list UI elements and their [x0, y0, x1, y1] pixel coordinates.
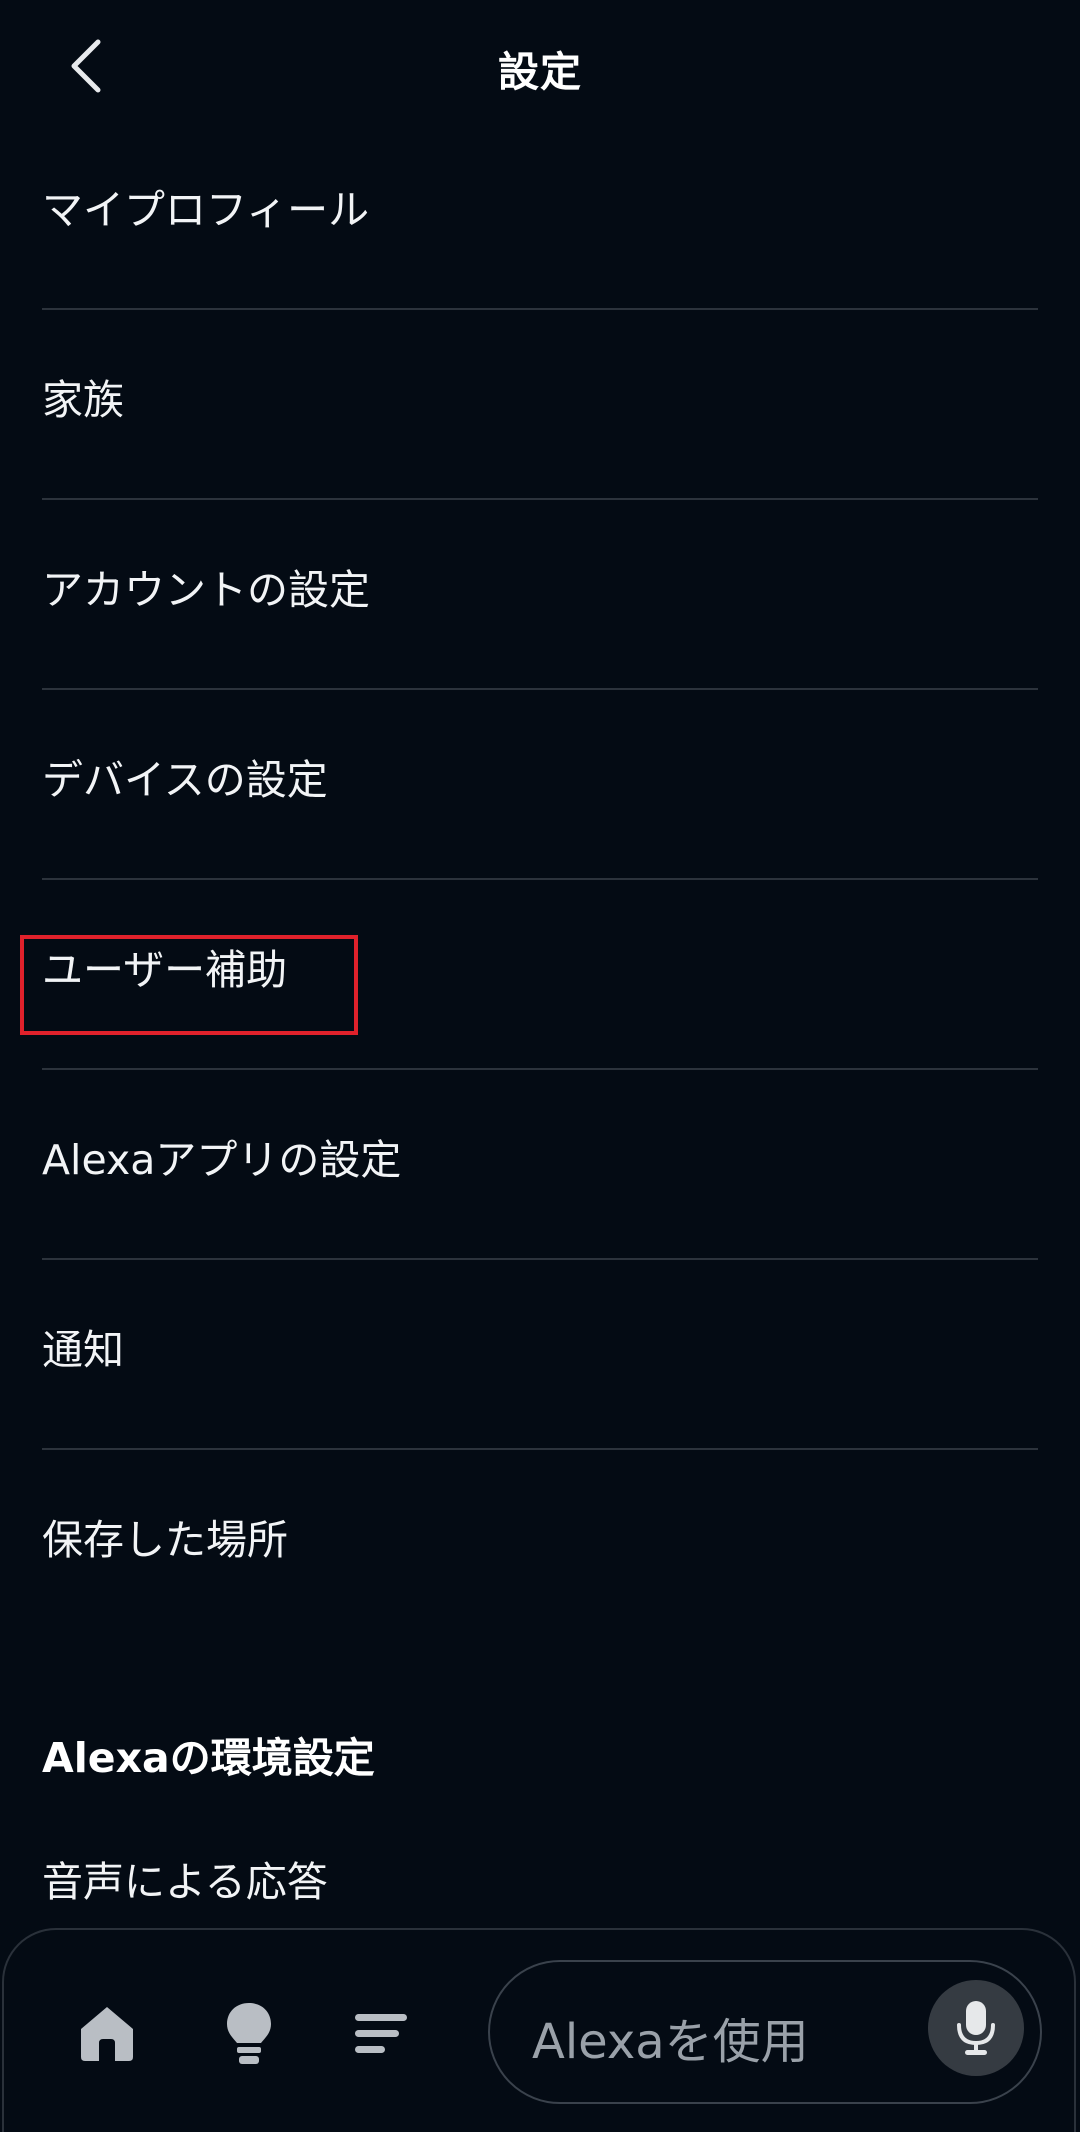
- microphone-button[interactable]: [928, 1980, 1024, 2076]
- menu-item-notifications[interactable]: 通知: [42, 1260, 1038, 1450]
- more-button[interactable]: [348, 2004, 414, 2064]
- bottom-nav-bar: Alexaを使用: [2, 1928, 1076, 2132]
- menu-item-label: 家族: [42, 376, 124, 424]
- menu-item-label: アカウントの設定: [42, 566, 370, 614]
- menu-item-accessibility[interactable]: ユーザー補助: [42, 880, 1038, 1070]
- menu-item-my-profile[interactable]: マイプロフィール: [42, 120, 1038, 310]
- lightbulb-icon: [227, 2003, 271, 2064]
- menu-item-saved-places[interactable]: 保存した場所: [42, 1450, 1038, 1640]
- alexa-input[interactable]: Alexaを使用: [488, 1960, 1042, 2104]
- menu-item-voice-responses[interactable]: 音声による応答: [42, 1848, 328, 1908]
- header: 設定: [0, 0, 1080, 140]
- page-title: 設定: [498, 48, 582, 96]
- menu-item-label: 保存した場所: [42, 1516, 288, 1564]
- menu-item-label: マイプロフィール: [42, 186, 370, 234]
- menu-item-device-settings[interactable]: デバイスの設定: [42, 690, 1038, 880]
- home-icon: [81, 2007, 133, 2061]
- settings-menu: マイプロフィール 家族 アカウントの設定 デバイスの設定 ユーザー補助 Alex…: [42, 120, 1038, 1640]
- menu-item-alexa-app-settings[interactable]: Alexaアプリの設定: [42, 1070, 1038, 1260]
- list-icon: [355, 2014, 407, 2053]
- alexa-input-placeholder: Alexaを使用: [532, 2014, 809, 2070]
- menu-item-account-settings[interactable]: アカウントの設定: [42, 500, 1038, 690]
- menu-item-label: ユーザー補助: [42, 946, 288, 994]
- menu-item-label: Alexaアプリの設定: [42, 1136, 402, 1184]
- home-button[interactable]: [74, 2000, 140, 2066]
- menu-item-label: デバイスの設定: [42, 756, 328, 804]
- section-heading-alexa-preferences: Alexaの環境設定: [42, 1734, 375, 1782]
- microphone-icon: [957, 2001, 995, 2055]
- discover-button[interactable]: [216, 1998, 282, 2070]
- menu-item-label: 通知: [42, 1326, 124, 1374]
- menu-item-family[interactable]: 家族: [42, 310, 1038, 500]
